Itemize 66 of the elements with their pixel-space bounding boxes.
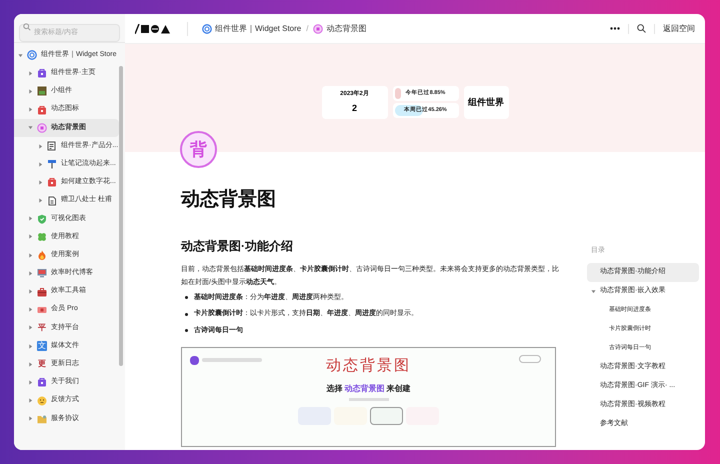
clover-icon xyxy=(37,232,47,242)
more-icon[interactable] xyxy=(610,27,620,30)
expand-caret-icon[interactable] xyxy=(38,180,43,185)
expand-caret-icon[interactable] xyxy=(28,380,33,385)
fire-icon xyxy=(37,250,47,260)
expand-caret-icon[interactable] xyxy=(28,416,33,422)
embed-prompt: 选择 动态背景图 来创建 xyxy=(326,382,411,394)
glyph-icon: 平 xyxy=(37,322,47,333)
expand-caret-icon[interactable] xyxy=(28,234,33,240)
collapse-caret-icon[interactable] xyxy=(28,125,33,130)
embed-title: 动态背景图 xyxy=(326,355,411,376)
page-icon: 背 xyxy=(180,131,217,168)
expand-caret-icon[interactable] xyxy=(28,216,33,222)
collapse-caret-icon[interactable] xyxy=(18,52,23,58)
expand-caret-icon[interactable] xyxy=(28,325,33,330)
embed-login-button[interactable] xyxy=(519,355,541,363)
page-title: 动态背景图 xyxy=(181,188,277,212)
monitor-icon xyxy=(37,268,47,278)
scrollbar[interactable] xyxy=(119,66,123,366)
bag-icon xyxy=(37,377,47,388)
expand-caret-icon[interactable] xyxy=(28,289,33,294)
expand-caret-icon[interactable] xyxy=(38,144,43,149)
expand-caret-icon[interactable] xyxy=(28,398,33,404)
expand-caret-icon[interactable] xyxy=(28,270,33,276)
expand-caret-icon[interactable] xyxy=(28,107,33,112)
spiral-icon xyxy=(202,24,212,34)
expand-caret-icon[interactable] xyxy=(28,344,33,349)
brand-text: 组件世界 xyxy=(468,96,504,109)
smiley-icon xyxy=(37,396,47,406)
collapse-caret-icon[interactable] xyxy=(591,288,596,294)
embed-option-card xyxy=(370,406,403,424)
expand-caret-icon[interactable] xyxy=(28,307,33,312)
signpost-icon xyxy=(47,159,57,170)
picture-icon xyxy=(37,86,47,96)
bag-icon xyxy=(37,68,47,78)
section-heading: 动态背景图·功能介绍 xyxy=(181,238,294,254)
breadcrumb-link[interactable]: 组件世界｜Widget Store xyxy=(215,22,302,34)
document-icon xyxy=(47,141,57,152)
folder-icon xyxy=(37,414,47,424)
glyph-icon: 更 xyxy=(37,359,47,370)
embed-subtitle-placeholder xyxy=(348,398,388,400)
breadcrumb-separator: / xyxy=(306,22,308,34)
circle-badge-icon xyxy=(37,122,47,133)
search-icon[interactable] xyxy=(637,24,646,33)
embed-logo-icon xyxy=(190,356,199,365)
bag-icon xyxy=(37,104,47,115)
app-logo[interactable] xyxy=(135,24,173,34)
search-icon xyxy=(23,23,31,31)
expand-caret-icon[interactable] xyxy=(28,88,33,94)
embed-nav-placeholder xyxy=(202,358,262,362)
expand-caret-icon[interactable] xyxy=(38,198,43,204)
expand-caret-icon[interactable] xyxy=(28,252,33,258)
expand-caret-icon[interactable] xyxy=(28,362,33,367)
page-icon xyxy=(47,196,57,206)
toolbox-icon xyxy=(37,286,47,297)
breadcrumb-link[interactable]: 动态背景图 xyxy=(326,22,366,34)
expand-caret-icon[interactable] xyxy=(28,70,33,76)
circle-badge-icon xyxy=(313,24,324,34)
shield-icon xyxy=(37,214,47,224)
bag-icon xyxy=(47,177,57,188)
day-text: 2 xyxy=(352,102,357,115)
expand-caret-icon[interactable] xyxy=(38,162,43,167)
glyph-icon: 文 xyxy=(37,341,47,352)
ticket-icon xyxy=(37,304,47,315)
back-to-space-button[interactable]: 返回空间 xyxy=(663,22,695,34)
spiral-icon xyxy=(27,50,37,60)
